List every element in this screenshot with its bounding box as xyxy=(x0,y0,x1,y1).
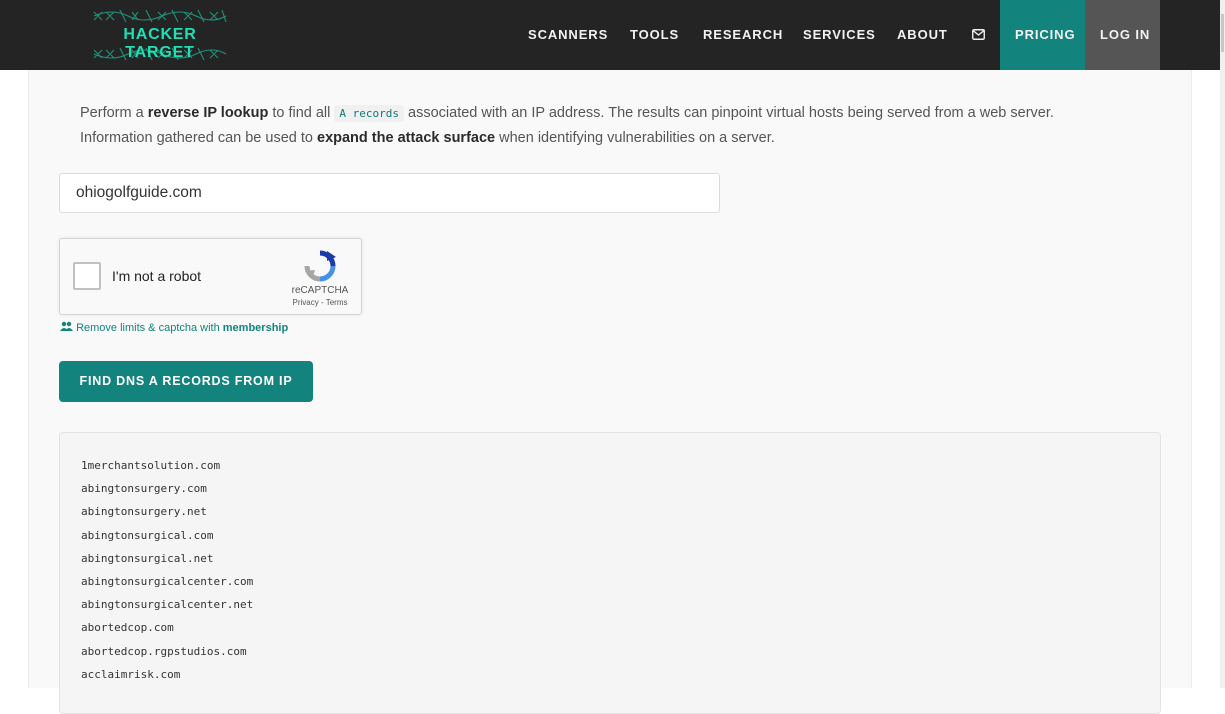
nav-services[interactable]: SERVICES xyxy=(803,27,876,42)
recaptcha-label: I'm not a robot xyxy=(112,268,202,284)
nav-login-label[interactable]: LOG IN xyxy=(1100,27,1150,42)
recaptcha-checkbox[interactable] xyxy=(73,262,101,290)
search-input[interactable] xyxy=(60,174,696,212)
result-item: acclaimrisk.com xyxy=(81,667,181,681)
recaptcha-terms-link[interactable]: Terms xyxy=(326,298,348,307)
find-dns-records-button[interactable]: FIND DNS A RECORDS FROM IP xyxy=(59,361,313,402)
intro-bold-reverse-ip: reverse IP lookup xyxy=(147,105,269,121)
search-field[interactable] xyxy=(59,173,720,213)
recaptcha-widget: I'm not a robot reCAPTCHA Privacy - Term… xyxy=(59,238,362,315)
hacker-target-logo[interactable]: HACKER TARGET xyxy=(88,4,240,66)
result-item: abingtonsurgicalcenter.net xyxy=(81,598,254,612)
result-item: abortedcop.rgpstudios.com xyxy=(81,644,247,658)
envelope-icon[interactable] xyxy=(972,29,985,40)
intro-text: to find all xyxy=(268,105,335,121)
intro-code-a-records: A records xyxy=(334,105,405,122)
result-item: abingtonsurgicalcenter.com xyxy=(81,574,254,588)
intro-text: when identifying vulnerabilities on a se… xyxy=(495,130,775,146)
recaptcha-icon xyxy=(304,250,336,282)
users-icon xyxy=(60,321,73,331)
page-scrollbar[interactable] xyxy=(1220,0,1225,688)
result-item: 1merchantsolution.com xyxy=(81,459,221,472)
logo-text: HACKER TARGET xyxy=(123,26,197,61)
recaptcha-links: Privacy - Terms xyxy=(280,298,360,307)
results-list: 1merchantsolution.com abingtonsurgery.co… xyxy=(81,458,253,690)
membership-text: Remove limits & captcha with xyxy=(76,322,223,334)
nav-pricing-label[interactable]: PRICING xyxy=(1015,27,1075,42)
recaptcha-privacy-link[interactable]: Privacy xyxy=(293,298,319,307)
scrollbar-thumb[interactable] xyxy=(1221,14,1224,52)
recaptcha-brand: reCAPTCHA xyxy=(291,285,349,296)
nav-tools[interactable]: TOOLS xyxy=(630,27,679,42)
nav-scanners[interactable]: SCANNERS xyxy=(528,27,608,42)
recaptcha-separator: - xyxy=(318,298,326,307)
result-item: abingtonsurgical.com xyxy=(81,528,214,542)
result-item: abingtonsurgery.com xyxy=(81,482,207,496)
intro-bold-attack-surface: expand the attack surface xyxy=(317,130,496,146)
result-item: abortedcop.com xyxy=(81,621,174,635)
nav-about[interactable]: ABOUT xyxy=(897,27,948,42)
intro-text: Perform a xyxy=(80,105,148,121)
intro-paragraph: Perform a reverse IP lookup to find all … xyxy=(80,101,1120,151)
nav-research[interactable]: RESEARCH xyxy=(703,27,783,42)
result-item: abingtonsurgery.net xyxy=(81,505,207,519)
top-navigation-bar: HACKER TARGET SCANNERS TOOLS RESEARCH SE… xyxy=(0,0,1225,70)
results-box: 1merchantsolution.com abingtonsurgery.co… xyxy=(59,432,1161,714)
result-item: abingtonsurgical.net xyxy=(81,551,214,565)
membership-note: Remove limits & captcha with membership xyxy=(60,321,288,334)
membership-link[interactable]: membership xyxy=(223,322,288,334)
